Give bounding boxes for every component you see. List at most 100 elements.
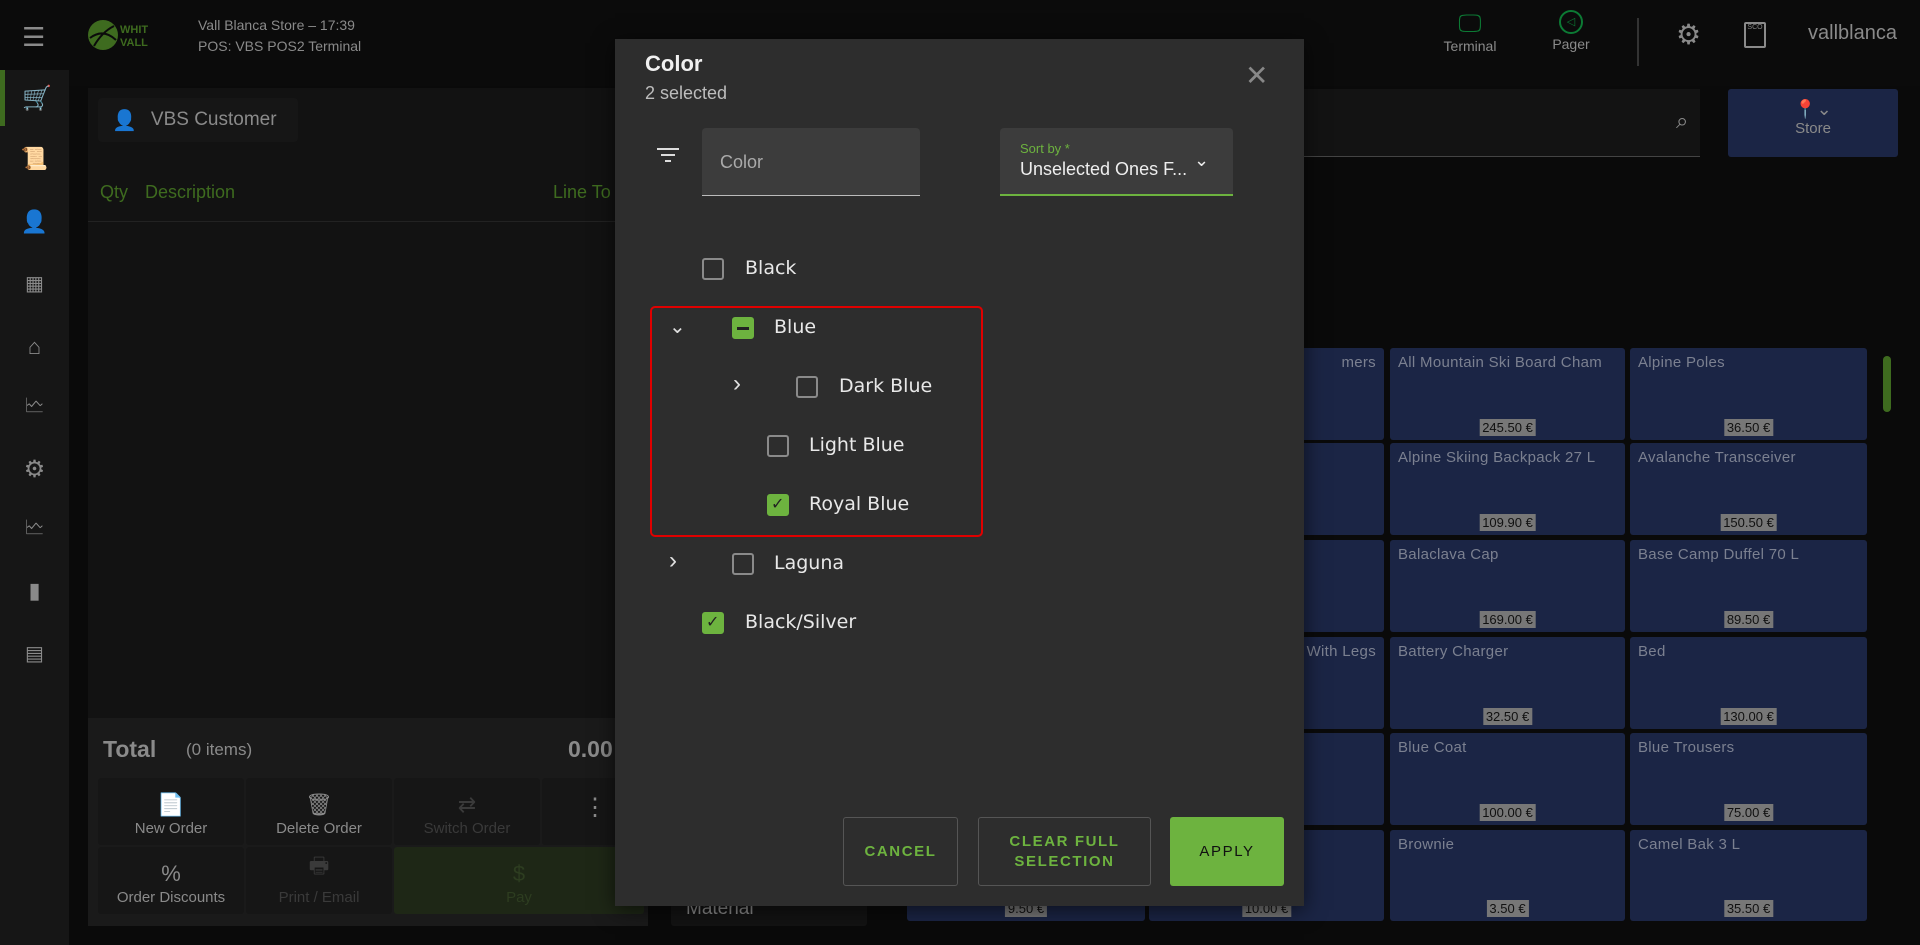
- product-name: mers: [1341, 354, 1376, 371]
- col-line-total: Line To: [553, 182, 611, 202]
- pager-icon: ◁: [1559, 10, 1583, 34]
- pay-icon: $: [512, 861, 526, 886]
- product-tile[interactable]: Blue Trousers 75.00 €: [1630, 733, 1867, 825]
- product-tile[interactable]: Bed 130.00 €: [1630, 637, 1867, 729]
- product-name: With Legs: [1306, 643, 1376, 660]
- tree-item-label: Black/Silver: [745, 611, 857, 633]
- checkbox[interactable]: ✓: [702, 612, 724, 634]
- terminal-button[interactable]: 🖵 Terminal: [1440, 10, 1500, 54]
- divider: [1637, 18, 1639, 66]
- checkbox[interactable]: [732, 553, 754, 575]
- product-tile[interactable]: Blue Coat 100.00 €: [1390, 733, 1625, 825]
- check-icon: ✓: [706, 614, 720, 631]
- trash-icon: 🗑: [305, 792, 333, 817]
- sidebar-document-icon[interactable]: ▮: [0, 563, 69, 619]
- product-name: All Mountain Ski Board Cham: [1398, 354, 1603, 371]
- product-tile[interactable]: Brownie 3.50 €: [1390, 830, 1625, 921]
- monitor-icon: 🖵: [1458, 10, 1482, 37]
- color-filter-dialog: Color 2 selected ✕ Color Sort by * Unsel…: [615, 39, 1304, 906]
- product-price: 150.50 €: [1720, 514, 1777, 531]
- product-tile[interactable]: Avalanche Transceiver 150.50 €: [1630, 443, 1867, 535]
- product-price: 36.50 €: [1723, 419, 1774, 436]
- product-price: 130.00 €: [1720, 708, 1777, 725]
- close-icon[interactable]: ✕: [1245, 59, 1268, 92]
- print-email-button[interactable]: 🖶 Print / Email: [246, 847, 392, 914]
- chevron-down-icon: ⌄: [1194, 150, 1210, 170]
- username[interactable]: vallblanca: [1808, 22, 1897, 45]
- cancel-button[interactable]: CANCEL: [843, 817, 958, 886]
- product-tile[interactable]: Alpine Skiing Backpack 27 L 109.90 €: [1390, 443, 1625, 535]
- pay-button[interactable]: $ Pay: [394, 847, 644, 914]
- svg-text:WHITE: WHITE: [120, 24, 148, 36]
- sidebar-customer-icon[interactable]: 👤: [0, 194, 69, 250]
- product-price: 35.50 €: [1723, 900, 1774, 917]
- switch-order-button[interactable]: ⇄ Switch Order: [394, 778, 540, 845]
- new-order-button[interactable]: 📄 New Order: [98, 778, 244, 845]
- svg-text:VALLEY: VALLEY: [120, 37, 148, 49]
- scrollbar[interactable]: [1883, 356, 1891, 412]
- customer-button[interactable]: 👤 VBS Customer: [98, 98, 298, 142]
- sidebar-cash-register-icon[interactable]: ▦: [0, 255, 69, 311]
- product-name: Brownie: [1398, 836, 1455, 853]
- chevron-right-icon[interactable]: ›: [669, 547, 677, 575]
- filter-icon[interactable]: [655, 148, 681, 162]
- sidebar-report2-icon[interactable]: 🗠: [0, 502, 69, 558]
- product-tile[interactable]: Base Camp Duffel 70 L 89.50 €: [1630, 540, 1867, 632]
- product-tile[interactable]: Camel Bak 3 L 35.50 €: [1630, 830, 1867, 921]
- sidebar-report-icon[interactable]: 🗠: [0, 380, 69, 436]
- col-qty: Qty: [100, 182, 129, 202]
- settings-gear-icon[interactable]: ⚙: [1676, 18, 1701, 51]
- product-price: 89.50 €: [1723, 611, 1774, 628]
- store-button[interactable]: 📍⌄ Store: [1728, 89, 1898, 157]
- divider: [88, 221, 648, 222]
- product-name: Base Camp Duffel 70 L: [1638, 546, 1800, 563]
- product-name: Bed: [1638, 643, 1666, 660]
- sco-icon[interactable]: SCO: [1744, 22, 1766, 48]
- delete-order-button[interactable]: 🗑 Delete Order: [246, 778, 392, 845]
- product-name: Alpine Skiing Backpack 27 L: [1398, 449, 1596, 466]
- label: New Order: [134, 820, 208, 837]
- sidebar-gear-icon[interactable]: ⚙: [0, 441, 69, 497]
- sort-value: Unselected Ones F...: [1020, 159, 1188, 179]
- tree-item-label: Black: [745, 257, 797, 279]
- terminal-label: Terminal: [1443, 38, 1497, 54]
- sidebar-cart-icon[interactable]: 🛒: [0, 70, 69, 126]
- apply-button[interactable]: APPLY: [1170, 817, 1284, 886]
- new-order-icon: 📄: [157, 792, 185, 817]
- logo: WHITEVALLEY: [88, 18, 163, 52]
- product-price: 109.90 €: [1479, 514, 1536, 531]
- store-time: Vall Blanca Store – 17:39: [198, 17, 355, 33]
- sort-label: Sort by *: [1020, 141, 1070, 156]
- sidebar-terminal-icon[interactable]: ▤: [0, 625, 69, 681]
- order-discounts-button[interactable]: % Order Discounts: [98, 847, 244, 914]
- label: Print / Email: [278, 889, 360, 906]
- switch-icon: ⇄: [457, 792, 477, 817]
- product-price: 75.00 €: [1723, 804, 1774, 821]
- product-tile[interactable]: Balaclava Cap 169.00 €: [1390, 540, 1625, 632]
- label: Switch Order: [423, 820, 511, 837]
- clear-selection-button[interactable]: CLEAR FULL SELECTION: [978, 817, 1151, 886]
- menu-icon[interactable]: ☰: [22, 22, 45, 53]
- product-tile[interactable]: Battery Charger 32.50 €: [1390, 637, 1625, 729]
- sidebar-store-icon[interactable]: ⌂: [0, 319, 69, 375]
- customer-icon: 👤: [112, 109, 137, 132]
- sidebar-receipt-icon[interactable]: 📜: [0, 131, 69, 187]
- checkbox[interactable]: [702, 258, 724, 280]
- items-count: (0 items): [186, 740, 253, 759]
- product-name: Alpine Poles: [1638, 354, 1725, 371]
- store-label: Store: [1795, 120, 1831, 137]
- search-icon[interactable]: ⌕: [1676, 108, 1688, 134]
- product-tile[interactable]: All Mountain Ski Board Cham 245.50 €: [1390, 348, 1625, 440]
- search-placeholder: Color: [720, 152, 764, 172]
- location-pin-icon: 📍⌄: [1794, 99, 1832, 119]
- product-tile[interactable]: Alpine Poles 36.50 €: [1630, 348, 1867, 440]
- product-name: Blue Trousers: [1638, 739, 1735, 756]
- pager-button[interactable]: ◁ Pager: [1541, 10, 1601, 52]
- label: Order Discounts: [116, 889, 226, 906]
- product-name: Camel Bak 3 L: [1638, 836, 1741, 853]
- sort-by-select[interactable]: Sort by * Unselected Ones F... ⌄: [1000, 128, 1233, 196]
- color-search-input[interactable]: Color: [702, 128, 920, 196]
- product-price: 3.50 €: [1486, 900, 1529, 917]
- label: Delete Order: [276, 820, 362, 837]
- pager-label: Pager: [1552, 36, 1590, 52]
